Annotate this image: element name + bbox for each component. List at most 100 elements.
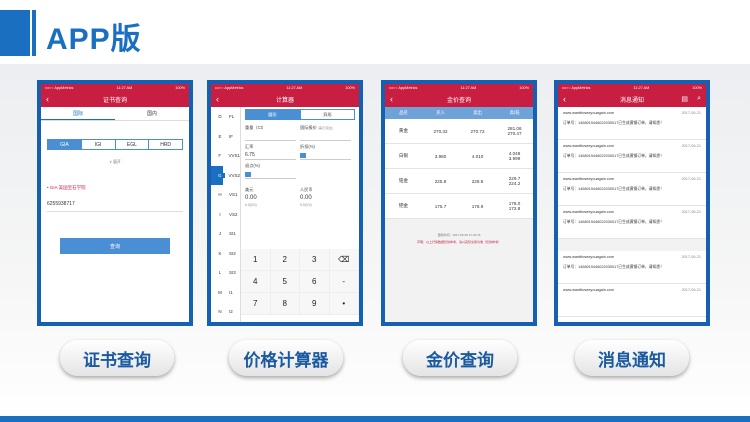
tab-international[interactable]: 国际: [41, 107, 115, 120]
keypad-key[interactable]: 3: [300, 249, 330, 271]
keypad-key[interactable]: ⌫: [329, 249, 359, 271]
query-button[interactable]: 查询: [60, 238, 170, 254]
keypad-key[interactable]: 6: [300, 271, 330, 293]
weight-input[interactable]: [245, 133, 296, 141]
rebate-input[interactable]: [245, 171, 296, 179]
phone-screen: •••○○ AppMetrics 11:27 AM 100% ‹ 消息通知 ▤ ⌕ www…: [558, 84, 706, 322]
grade-item[interactable]: L SI3: [211, 263, 240, 283]
tab-domestic[interactable]: 国内: [115, 107, 189, 120]
clarity-grade: VVS1: [228, 153, 240, 159]
shape-tabs: 圆形 异形: [245, 109, 355, 120]
grade-item[interactable]: G VVS2: [211, 165, 240, 185]
keypad-key[interactable]: 1: [241, 249, 271, 271]
table-row: 铂金 225.8 228.6 229.7 224.2: [385, 169, 533, 194]
tab-fancy[interactable]: 异形: [300, 109, 355, 120]
tab-round[interactable]: 圆形: [245, 109, 300, 120]
grade-item[interactable]: D FL: [211, 107, 240, 127]
phone-frame-msg: •••○○ AppMetrics 11:27 AM 100% ‹ 消息通知 ▤ ⌕ www…: [554, 80, 710, 326]
phone-frame-calc: •••○○ AppMetrics 11:27 AM 100% ‹ 计算器 D FL E IF…: [207, 80, 363, 326]
battery: 100%: [519, 86, 529, 90]
grade-item[interactable]: M I1: [211, 283, 240, 303]
search-icon[interactable]: ⌕: [697, 95, 701, 103]
clock: 11:27 AM: [633, 86, 650, 90]
message-date: 2017-06-21: [681, 111, 701, 115]
keypad: 1 2 3 ⌫ 4 5 6-7 8 9 •: [241, 249, 359, 315]
message-item[interactable]: www.wantttoseeyouagain.com 2017-06-21 订单号：…: [558, 173, 706, 206]
usd-per-ct: 0.0(/Ct): [245, 203, 257, 207]
keypad-key[interactable]: 2: [270, 249, 300, 271]
clarity-grade: SI3: [229, 270, 236, 276]
table-header: 品名 买入 卖出 高/低: [385, 107, 533, 119]
keypad-key[interactable]: •: [329, 293, 359, 315]
price-table: 黄金 270.32 270.72 281.06 270.47 白银 3.980 4.010 4.…: [385, 119, 533, 322]
keypad-key[interactable]: 9: [300, 293, 330, 315]
disclaimer: 声明：以上行情数据仅供参考，请以实际交易为准（仅供参考）: [416, 240, 501, 244]
message-site: www.wantttoseeyouagain.com: [563, 255, 615, 259]
message-text: 订单号：1468019446022030017已生成黄钢订单，请知悉！: [563, 121, 664, 125]
nav-title: 金价查询: [446, 98, 471, 104]
phone-frame-gold: •••○○ AppMetrics 11:27 AM 100% ‹ 金价查询 品名 买入…: [381, 80, 537, 326]
back-icon[interactable]: ‹: [563, 94, 566, 104]
discount-input[interactable]: [300, 152, 351, 160]
intl-price-input[interactable]: [300, 133, 351, 141]
document-icon[interactable]: ▤: [681, 95, 688, 103]
battery: 100%: [175, 86, 185, 90]
rate-input[interactable]: 6.75: [245, 152, 296, 160]
label-notifications: 消息通知: [575, 340, 689, 376]
back-icon[interactable]: ‹: [390, 94, 393, 104]
grade-item[interactable]: J SI1: [211, 224, 240, 244]
clarity-grade: VS1: [229, 192, 238, 198]
title-accent: [0, 10, 30, 56]
clarity-grade: VVS2: [228, 172, 240, 178]
buy-price: 225.8: [434, 178, 447, 184]
lab-hrd[interactable]: HRD: [149, 140, 182, 149]
nav-bar: ‹ 计算器: [211, 92, 359, 107]
color-grade: H: [218, 192, 222, 198]
message-item[interactable]: www.wantttoseeyouagain.com 2017-06-21: [558, 284, 706, 317]
title-accent-thin: [32, 10, 36, 56]
keypad-key[interactable]: 4: [241, 271, 271, 293]
rate-label: 汇率: [245, 144, 254, 149]
grade-item[interactable]: I VS2: [211, 205, 240, 225]
lab-gia[interactable]: GIA: [48, 140, 82, 149]
color-grade: E: [218, 133, 222, 139]
high-low: 281.06 270.47: [496, 119, 533, 143]
calc-row-3: 退点(%): [241, 160, 359, 179]
lab-igi[interactable]: IGI: [82, 140, 116, 149]
message-item[interactable]: www.wantttoseeyouagain.com 2017-06-21 订单号：…: [558, 251, 706, 284]
grade-item[interactable]: N I2: [211, 302, 240, 322]
back-icon[interactable]: ‹: [216, 94, 219, 104]
sign-toggle[interactable]: [245, 172, 251, 177]
grade-item[interactable]: F VVS1: [211, 146, 240, 166]
message-site: www.wantttoseeyouagain.com: [563, 177, 615, 181]
clarity-grade: VS2: [229, 211, 238, 217]
keypad-key[interactable]: 7: [241, 293, 271, 315]
grade-item[interactable]: K SI2: [211, 244, 240, 264]
message-item[interactable]: www.wantttoseeyouagain.com 2017-06-21 订单号：…: [558, 140, 706, 173]
keypad-key[interactable]: 5: [270, 271, 300, 293]
keypad-key[interactable]: -: [329, 271, 359, 293]
grade-item[interactable]: E IF: [211, 127, 240, 147]
sign-toggle[interactable]: [300, 153, 306, 158]
message-date: 2017-06-21: [681, 144, 701, 148]
cny-value: 0.00: [300, 195, 312, 201]
clarity-grade: I2: [229, 309, 233, 315]
keypad-row: 456-: [241, 271, 359, 293]
message-item[interactable]: www.wantttoseeyouagain.com 2017-06-21 订单号：…: [558, 107, 706, 140]
lab-selector: GIA IGI EGL HRD: [47, 139, 183, 150]
status-bar: •••○○ AppMetrics 11:27 AM 100%: [211, 84, 359, 92]
grade-item[interactable]: H VS1: [211, 185, 240, 205]
lab-egl[interactable]: EGL: [116, 140, 150, 149]
clarity-grade: IF: [229, 133, 233, 139]
expand-toggle[interactable]: ∨ 展开: [41, 159, 189, 165]
cny-per-ct: 0.0(/Ct): [300, 203, 312, 207]
low-price: 3.999: [508, 156, 521, 161]
rebate-label: 退点(%): [245, 163, 260, 168]
back-icon[interactable]: ‹: [46, 94, 49, 104]
message-item[interactable]: www.wantttoseeyouagain.com 2017-06-21 订单号：…: [558, 206, 706, 239]
buy-price: 175.7: [434, 203, 447, 209]
label-price-calc: 价格计算器: [229, 340, 343, 376]
message-text: 订单号：1468019446022030017已生成黄钢订单，请知悉！: [563, 154, 664, 158]
cert-number-input[interactable]: 6255938717: [47, 201, 183, 212]
keypad-key[interactable]: 8: [270, 293, 300, 315]
